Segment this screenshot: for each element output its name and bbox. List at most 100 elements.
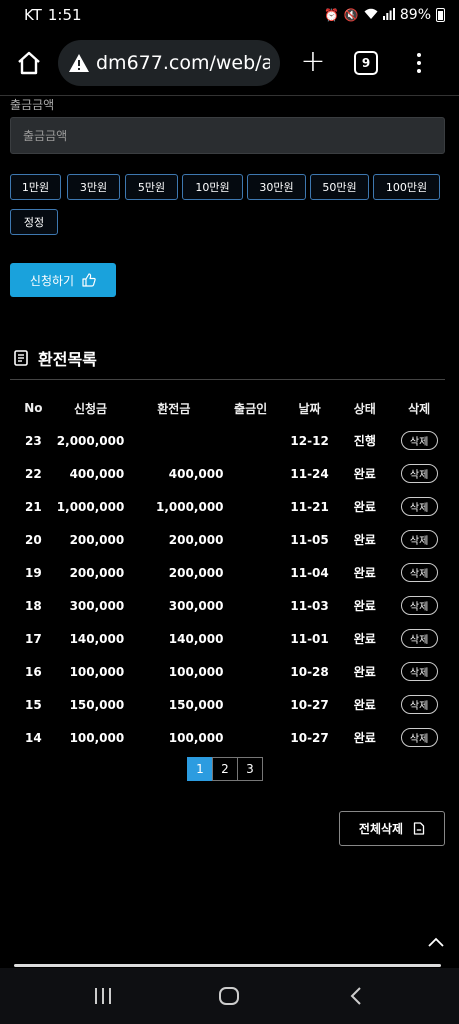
- status-right: ⏰ 🔇 89%: [324, 7, 445, 23]
- menu-icon[interactable]: [414, 52, 424, 73]
- section-title: 환전목록: [38, 350, 97, 369]
- page-bottom-edge: [14, 964, 441, 967]
- chip-500k[interactable]: 50만원: [310, 174, 369, 200]
- page-2[interactable]: 2: [212, 757, 238, 781]
- row-delete-cell: 삭제: [388, 596, 450, 615]
- row-no: 23: [25, 433, 42, 448]
- row-status: 완료: [353, 665, 376, 679]
- row-delete-button[interactable]: 삭제: [400, 728, 438, 747]
- chip-50k[interactable]: 5만원: [125, 174, 178, 200]
- page-3[interactable]: 3: [237, 757, 263, 781]
- row-exchange-amount: 1,000,000: [155, 499, 224, 514]
- chevron-up-icon: [428, 937, 444, 947]
- amount-input[interactable]: [10, 117, 445, 154]
- row-status: 진행: [353, 434, 376, 448]
- row-delete-button[interactable]: 삭제: [400, 662, 438, 681]
- divider: [10, 379, 445, 380]
- table-row: 15 150,000 150,000 10-27 완료 삭제: [10, 688, 450, 721]
- row-status: 완료: [353, 632, 376, 646]
- file-minus-icon: [413, 822, 425, 835]
- row-delete-button[interactable]: 삭제: [400, 695, 438, 714]
- row-status: 완료: [353, 698, 376, 712]
- chip-30k[interactable]: 3만원: [67, 174, 120, 200]
- delete-all-label: 전체삭제: [358, 822, 404, 836]
- row-date: 10-27: [290, 697, 329, 712]
- row-no: 15: [25, 697, 42, 712]
- row-date: 11-04: [290, 565, 329, 580]
- row-delete-button[interactable]: 삭제: [400, 596, 438, 615]
- table-row: 23 2,000,000 12-12 진행 삭제: [10, 424, 450, 457]
- col-status: 상태: [353, 401, 376, 416]
- chip-reset[interactable]: 정정: [10, 209, 58, 235]
- col-request: 신청금: [73, 401, 108, 416]
- home-icon: [18, 51, 40, 74]
- row-delete-cell: 삭제: [388, 728, 450, 747]
- row-delete-button[interactable]: 삭제: [400, 530, 438, 549]
- battery-icon: [436, 8, 445, 22]
- row-delete-cell: 삭제: [388, 629, 450, 648]
- table-row: 22 400,000 400,000 11-24 완료 삭제: [10, 457, 450, 490]
- row-status: 완료: [353, 533, 376, 547]
- row-no: 16: [25, 664, 42, 679]
- row-request-amount: 200,000: [69, 565, 125, 580]
- delete-all-button[interactable]: 전체삭제: [339, 811, 445, 846]
- row-request-amount: 140,000: [69, 631, 125, 646]
- row-request-amount: 2,000,000: [56, 433, 125, 448]
- page-1[interactable]: 1: [187, 757, 213, 781]
- chip-300k[interactable]: 30만원: [247, 174, 306, 200]
- apply-label: 신청하기: [29, 273, 75, 288]
- table-row: 20 200,000 200,000 11-05 완료 삭제: [10, 523, 450, 556]
- row-request-amount: 300,000: [69, 598, 125, 613]
- table-row: 17 140,000 140,000 11-01 완료 삭제: [10, 622, 450, 655]
- chip-1m[interactable]: 100만원: [373, 174, 440, 200]
- row-delete-cell: 삭제: [388, 530, 450, 549]
- row-date: 10-27: [290, 730, 329, 745]
- row-status: 완료: [353, 467, 376, 481]
- back-button[interactable]: [336, 976, 376, 1016]
- system-nav-bar: [0, 968, 459, 1024]
- row-status: 완료: [353, 500, 376, 514]
- row-delete-button[interactable]: 삭제: [400, 497, 438, 516]
- new-tab-button[interactable]: +: [298, 46, 328, 78]
- row-date: 11-01: [290, 631, 329, 646]
- row-delete-button[interactable]: 삭제: [400, 464, 438, 483]
- col-no: No: [24, 401, 43, 415]
- row-status: 완료: [353, 731, 376, 745]
- address-bar[interactable]: dm677.com/web/a0: [58, 39, 280, 86]
- row-exchange-amount: 200,000: [168, 532, 224, 547]
- col-exchange: 환전금: [157, 401, 191, 416]
- row-delete-cell: 삭제: [388, 497, 450, 516]
- amount-label: 출금금액: [10, 98, 55, 112]
- chip-100k[interactable]: 10만원: [182, 174, 243, 200]
- exchange-list-heading: 환전목록: [14, 346, 97, 370]
- browser-home-button[interactable]: [10, 44, 48, 82]
- row-date: 11-21: [290, 499, 329, 514]
- row-exchange-amount: 400,000: [168, 466, 224, 481]
- row-request-amount: 400,000: [69, 466, 125, 481]
- battery-percent: 89%: [399, 7, 431, 23]
- apply-button[interactable]: 신청하기: [10, 263, 116, 297]
- mute-icon: 🔇: [343, 8, 359, 22]
- row-status: 완료: [353, 599, 376, 613]
- row-date: 11-05: [290, 532, 329, 547]
- row-delete-button[interactable]: 삭제: [400, 563, 438, 582]
- row-no: 18: [25, 598, 42, 613]
- row-date: 11-24: [290, 466, 329, 481]
- row-no: 21: [25, 499, 42, 514]
- chip-10k[interactable]: 1만원: [10, 174, 61, 200]
- home-nav-button[interactable]: [209, 976, 249, 1016]
- exchange-table: No 신청금 환전금 출금인 날짜 상태 삭제 23 2,000,000 12-12…: [10, 392, 450, 754]
- plus-icon: +: [300, 43, 326, 79]
- table-row: 14 100,000 100,000 10-27 완료 삭제: [10, 721, 450, 754]
- tab-switcher-button[interactable]: 9: [354, 50, 378, 75]
- row-delete-button[interactable]: 삭제: [400, 629, 438, 648]
- row-exchange-amount: 150,000: [168, 697, 224, 712]
- row-date: 11-03: [290, 598, 329, 613]
- row-delete-button[interactable]: 삭제: [400, 431, 438, 450]
- table-body: 23 2,000,000 12-12 진행 삭제 22 400,000 400,000 11-2…: [10, 424, 450, 754]
- scroll-top-button[interactable]: [426, 933, 446, 953]
- browser-toolbar: dm677.com/web/a0 + 9: [0, 30, 459, 96]
- recent-apps-button[interactable]: [83, 976, 123, 1016]
- clock: 1:51: [47, 6, 82, 24]
- col-payer: 출금인: [234, 401, 268, 416]
